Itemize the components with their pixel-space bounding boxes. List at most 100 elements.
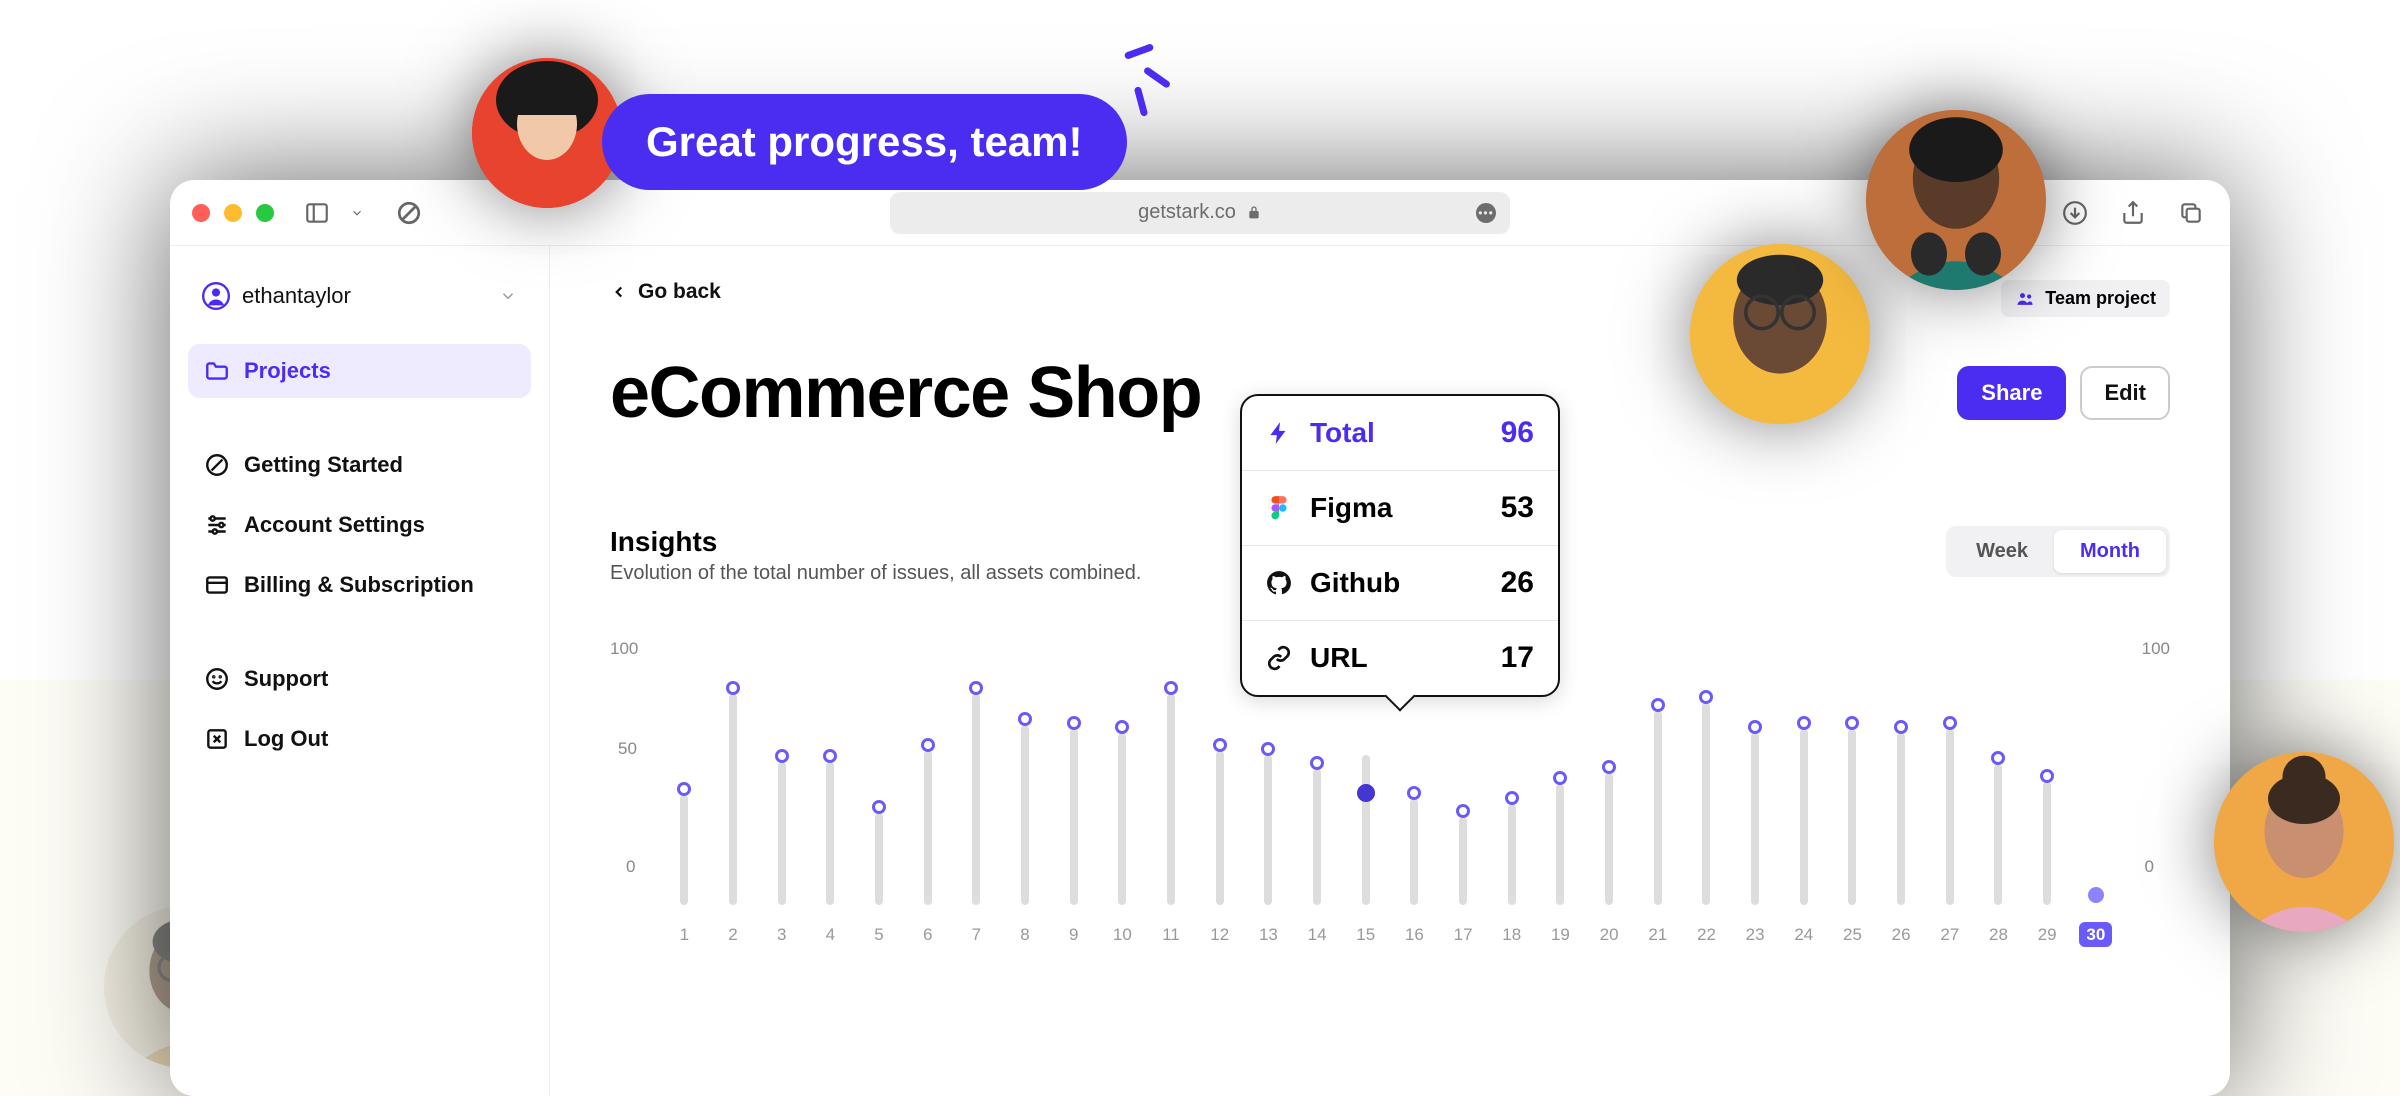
chart-bar[interactable] xyxy=(1633,711,1682,905)
maximize-window-icon[interactable] xyxy=(256,204,274,222)
y-axis-label: 50 xyxy=(618,739,637,759)
share-icon[interactable] xyxy=(2116,196,2150,230)
x-axis-label: 17 xyxy=(1439,925,1488,945)
x-axis-label: 15 xyxy=(1341,925,1390,945)
url-bar[interactable]: getstark.co ••• xyxy=(890,192,1510,234)
chart-bar[interactable] xyxy=(709,694,758,905)
sidebar-item-account-settings[interactable]: Account Settings xyxy=(188,498,531,552)
lightning-icon xyxy=(1266,420,1292,446)
x-axis-label: 5 xyxy=(855,925,904,945)
chart-bar[interactable] xyxy=(1877,733,1926,905)
chart-bar[interactable] xyxy=(1585,773,1634,905)
x-axis-label: 8 xyxy=(1001,925,1050,945)
chart-bar[interactable] xyxy=(1779,729,1828,905)
traffic-lights xyxy=(192,204,274,222)
block-icon[interactable] xyxy=(392,196,426,230)
x-axis-label: 14 xyxy=(1293,925,1342,945)
x-axis-label: 24 xyxy=(1779,925,1828,945)
folder-icon xyxy=(204,358,230,384)
breakdown-label: Figma xyxy=(1310,492,1392,524)
chevron-left-icon xyxy=(610,283,628,301)
chevron-down-icon[interactable] xyxy=(340,196,374,230)
chart-bar[interactable] xyxy=(1974,764,2023,905)
sidebar-item-billing[interactable]: Billing & Subscription xyxy=(188,558,531,612)
circle-slash-icon xyxy=(204,452,230,478)
x-axis-label: 7 xyxy=(952,925,1001,945)
url-menu-icon[interactable]: ••• xyxy=(1476,203,1496,223)
breakdown-row-github: Github 26 xyxy=(1242,546,1558,621)
chart-bar[interactable] xyxy=(1147,694,1196,905)
x-axis-label: 21 xyxy=(1633,925,1682,945)
chart-bar[interactable] xyxy=(1001,725,1050,905)
copy-icon[interactable] xyxy=(2174,196,2208,230)
edit-button[interactable]: Edit xyxy=(2080,366,2170,420)
chart-bar[interactable] xyxy=(1341,755,1390,905)
chart-bar[interactable] xyxy=(903,751,952,905)
go-back-button[interactable]: Go back xyxy=(610,280,721,304)
y-axis-label: 100 xyxy=(2142,639,2170,659)
sidebar-item-support[interactable]: Support xyxy=(188,652,531,706)
breakdown-value: 17 xyxy=(1501,641,1534,675)
avatar xyxy=(472,58,622,208)
speech-bubble: Great progress, team! xyxy=(602,94,1127,190)
chart-bar[interactable] xyxy=(1049,729,1098,905)
sidebar: ethantaylor Projects Getting Started Acc… xyxy=(170,246,550,1096)
insights-title: Insights xyxy=(610,526,1141,558)
x-axis-label: 18 xyxy=(1487,925,1536,945)
minimize-window-icon[interactable] xyxy=(224,204,242,222)
x-axis-label: 12 xyxy=(1195,925,1244,945)
chart-bar[interactable] xyxy=(757,762,806,905)
sidebar-item-projects[interactable]: Projects xyxy=(188,344,531,398)
toggle-week[interactable]: Week xyxy=(1950,530,2054,573)
sidebar-toggle-icon[interactable] xyxy=(300,196,334,230)
sidebar-item-label: Support xyxy=(244,666,328,692)
chart-bar[interactable] xyxy=(1536,784,1585,905)
chart-bar[interactable] xyxy=(1925,729,1974,905)
sliders-icon xyxy=(204,512,230,538)
avatar xyxy=(1866,110,2046,290)
url-text: getstark.co xyxy=(1138,201,1236,224)
user-menu[interactable]: ethantaylor xyxy=(188,272,531,320)
chart-bar[interactable] xyxy=(806,762,855,905)
chart-bar[interactable] xyxy=(1195,751,1244,905)
y-axis-label: 100 xyxy=(610,639,638,659)
chart-bar[interactable] xyxy=(660,795,709,905)
browser-window: getstark.co ••• ethantaylor xyxy=(170,180,2230,1096)
chart-bar[interactable] xyxy=(1731,733,1780,905)
toggle-month[interactable]: Month xyxy=(2054,530,2166,573)
sidebar-item-label: Projects xyxy=(244,358,331,384)
github-icon xyxy=(1266,570,1292,596)
sidebar-item-label: Billing & Subscription xyxy=(244,572,474,598)
breakdown-value: 96 xyxy=(1501,416,1534,450)
chart-bar[interactable] xyxy=(1439,817,1488,905)
chart-bar[interactable] xyxy=(1390,799,1439,905)
chart-bar[interactable] xyxy=(1682,703,1731,905)
chart-bar[interactable] xyxy=(1828,729,1877,905)
breakdown-value: 53 xyxy=(1501,491,1534,525)
chart-bar[interactable] xyxy=(1244,755,1293,905)
chart-bar[interactable] xyxy=(952,694,1001,905)
chart-bar[interactable] xyxy=(855,813,904,905)
x-axis-label: 19 xyxy=(1536,925,1585,945)
x-axis-label: 28 xyxy=(1974,925,2023,945)
lock-icon xyxy=(1246,205,1262,221)
chart-bar[interactable] xyxy=(2023,782,2072,905)
sidebar-item-label: Getting Started xyxy=(244,452,403,478)
x-axis-label: 25 xyxy=(1828,925,1877,945)
avatar xyxy=(1690,244,1870,424)
chart-bar[interactable] xyxy=(1293,769,1342,905)
download-icon[interactable] xyxy=(2058,196,2092,230)
x-axis-label: 4 xyxy=(806,925,855,945)
x-axis-label: 2 xyxy=(709,925,758,945)
chart-bar[interactable] xyxy=(2071,903,2120,905)
close-window-icon[interactable] xyxy=(192,204,210,222)
x-axis-label: 29 xyxy=(2023,925,2072,945)
chart-bar[interactable] xyxy=(1487,804,1536,905)
share-button[interactable]: Share xyxy=(1957,366,2066,420)
sidebar-item-getting-started[interactable]: Getting Started xyxy=(188,438,531,492)
x-axis-label: 3 xyxy=(757,925,806,945)
breakdown-row-total: Total 96 xyxy=(1242,396,1558,471)
x-axis-label: 9 xyxy=(1049,925,1098,945)
sidebar-item-logout[interactable]: Log Out xyxy=(188,712,531,766)
chart-bar[interactable] xyxy=(1098,733,1147,905)
